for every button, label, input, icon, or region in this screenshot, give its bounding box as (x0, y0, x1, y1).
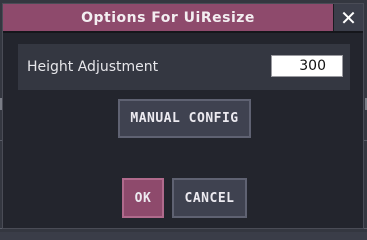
options-dialog: Options For UiResize ✕ Height Adjustment… (2, 3, 364, 229)
close-button[interactable]: ✕ (334, 4, 363, 31)
manual-config-button[interactable]: MANUAL CONFIG (118, 99, 251, 138)
cancel-button[interactable]: CANCEL (172, 178, 247, 218)
dialog-title-bar[interactable]: Options For UiResize (3, 4, 334, 31)
ok-button[interactable]: OK (122, 178, 164, 218)
height-adjustment-row: Height Adjustment (18, 44, 350, 90)
height-adjustment-input[interactable] (271, 55, 343, 77)
height-adjustment-label: Height Adjustment (27, 59, 159, 75)
close-icon: ✕ (340, 5, 357, 30)
dialog-title: Options For UiResize (81, 9, 255, 26)
title-divider (3, 31, 363, 33)
